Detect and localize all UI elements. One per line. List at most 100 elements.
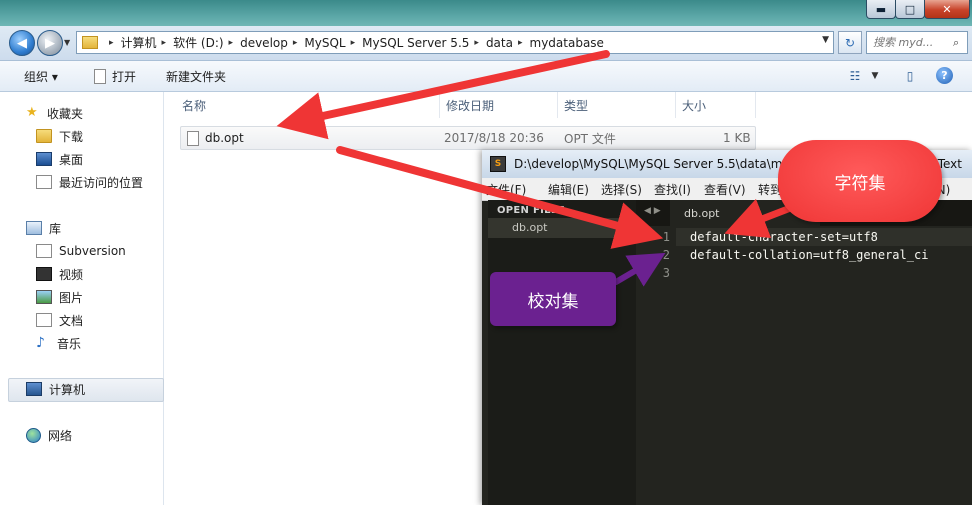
file-icon xyxy=(187,130,199,146)
view-options-icon[interactable]: ☷ xyxy=(846,68,864,84)
forward-arrow-icon: ▶ xyxy=(45,35,55,51)
file-row[interactable]: db.opt 2017/8/18 20:36 OPT 文件 1 KB xyxy=(180,126,756,150)
menu-selection[interactable]: 选择(S) xyxy=(601,178,642,200)
sublime-text-logo-icon: S xyxy=(490,156,506,172)
sidebar-item-music[interactable]: ♪ 音乐 xyxy=(36,333,81,353)
menu-file[interactable]: 文件(F) xyxy=(486,178,526,200)
chevron-right-icon[interactable]: ▸ xyxy=(229,38,234,48)
star-icon: ★ xyxy=(26,105,38,120)
sidebar-item-subversion[interactable]: Subversion xyxy=(36,241,126,261)
breadcrumb-mysql[interactable]: MySQL ▸ xyxy=(304,36,362,50)
folder-icon xyxy=(82,36,98,49)
line-number: 2 xyxy=(662,248,670,262)
column-header-type[interactable]: 类型 xyxy=(558,92,676,118)
download-folder-icon xyxy=(36,129,52,143)
editor-sidebar: OPEN FILES db.opt xyxy=(488,200,636,505)
picture-icon xyxy=(36,290,52,304)
library-icon xyxy=(26,221,42,235)
tab-scroll-arrows-icon[interactable]: ◀ ▶ xyxy=(644,206,661,216)
sidebar-item-downloads[interactable]: 下载 xyxy=(36,126,83,146)
address-row: ◀ ▶ ▼ ▸ 计算机 ▸ 软件 (D:) ▸ develop ▸ MySQL ▸ My… xyxy=(0,26,972,61)
chevron-right-icon[interactable]: ▸ xyxy=(162,38,167,48)
recent-places-icon xyxy=(36,175,52,189)
desktop-icon xyxy=(36,152,52,166)
navigation-pane: ★ 收藏夹 下载 桌面 最近访问的位置 库 Subversion 视频 图片 文档… xyxy=(0,92,164,505)
network-icon xyxy=(26,427,41,443)
chevron-right-icon[interactable]: ▸ xyxy=(474,38,479,48)
address-bar[interactable]: ▸ 计算机 ▸ 软件 (D:) ▸ develop ▸ MySQL ▸ MySQL Se… xyxy=(76,31,834,54)
sidebar-item-desktop[interactable]: 桌面 xyxy=(36,149,83,169)
sidebar-item-videos[interactable]: 视频 xyxy=(36,264,83,284)
search-input[interactable] xyxy=(867,35,953,50)
open-files-heading: OPEN FILES xyxy=(497,205,566,216)
back-button[interactable]: ◀ xyxy=(9,30,35,56)
close-icon: ✕ xyxy=(942,2,952,16)
chevron-right-icon[interactable]: ▸ xyxy=(351,38,356,48)
minimize-icon: ▬ xyxy=(875,2,887,16)
breadcrumb-data[interactable]: data ▸ xyxy=(486,36,530,50)
file-type-cell: OPT 文件 xyxy=(564,131,616,146)
sidebar-item-documents[interactable]: 文档 xyxy=(36,310,83,330)
sidebar-item-recent-places[interactable]: 最近访问的位置 xyxy=(36,172,143,192)
maximize-button[interactable]: □ xyxy=(895,0,925,19)
back-arrow-icon: ◀ xyxy=(17,35,27,51)
charset-callout: 字符集 xyxy=(778,140,942,222)
title-bar: ▬ □ ✕ xyxy=(0,0,972,26)
explorer-window: ▬ □ ✕ ◀ ▶ ▼ ▸ 计算机 ▸ 软件 (D:) ▸ develop ▸ MyS… xyxy=(0,0,972,505)
view-dropdown-icon[interactable]: ▼ xyxy=(868,68,882,84)
line-number: 1 xyxy=(662,230,670,244)
close-button[interactable]: ✕ xyxy=(924,0,970,19)
maximize-icon: □ xyxy=(904,2,916,16)
menu-edit[interactable]: 编辑(E) xyxy=(548,178,589,200)
breadcrumb-drive-d[interactable]: 软件 (D:) ▸ xyxy=(173,34,240,51)
breadcrumb-develop[interactable]: develop ▸ xyxy=(240,36,304,50)
forward-button[interactable]: ▶ xyxy=(37,30,63,56)
music-icon: ♪ xyxy=(36,335,45,351)
file-size-cell: 1 KB xyxy=(723,131,751,145)
preview-pane-icon[interactable]: ▯ xyxy=(901,68,919,84)
file-name-cell: db.opt xyxy=(187,127,244,149)
recent-pages-dropdown-icon[interactable]: ▼ xyxy=(64,38,70,47)
line-number: 3 xyxy=(662,266,670,280)
breadcrumb-computer[interactable]: 计算机 ▸ xyxy=(121,34,174,51)
line-number-gutter: 1 2 3 xyxy=(636,226,676,505)
breadcrumb-mydatabase[interactable]: mydatabase xyxy=(530,36,604,50)
search-icon[interactable]: ⌕ xyxy=(953,36,959,50)
help-icon[interactable]: ? xyxy=(936,67,953,84)
sidebar-item-pictures[interactable]: 图片 xyxy=(36,287,83,307)
new-folder-button[interactable]: 新建文件夹 xyxy=(166,61,226,91)
sidebar-libraries[interactable]: 库 xyxy=(26,218,61,238)
video-icon xyxy=(36,267,52,281)
sidebar-computer[interactable]: 计算机 xyxy=(26,379,85,399)
column-header-name[interactable]: 名称 xyxy=(176,92,440,118)
organize-button[interactable]: 组织 ▾ xyxy=(24,61,58,91)
collation-callout: 校对集 xyxy=(490,272,616,326)
open-file-item[interactable]: db.opt xyxy=(488,218,636,238)
refresh-button[interactable]: ↻ xyxy=(838,31,862,54)
column-header-size[interactable]: 大小 xyxy=(676,92,756,118)
breadcrumb-mysql-server[interactable]: MySQL Server 5.5 ▸ xyxy=(362,36,486,50)
minimize-button[interactable]: ▬ xyxy=(866,0,896,19)
open-button[interactable]: 打开 xyxy=(94,61,136,91)
file-modified-cell: 2017/8/18 20:36 xyxy=(444,131,544,145)
refresh-icon: ↻ xyxy=(844,35,856,50)
chevron-right-icon[interactable]: ▸ xyxy=(109,38,114,48)
menu-view[interactable]: 查看(V) xyxy=(704,178,746,200)
code-line[interactable]: default-character-set=utf8 xyxy=(690,230,878,244)
chevron-right-icon[interactable]: ▸ xyxy=(518,38,523,48)
subversion-library-icon xyxy=(36,244,52,258)
code-line[interactable]: default-collation=utf8_general_ci xyxy=(690,248,928,262)
document-icon xyxy=(36,313,52,327)
chevron-right-icon[interactable]: ▸ xyxy=(293,38,298,48)
document-icon xyxy=(94,68,106,84)
column-header-modified[interactable]: 修改日期 xyxy=(440,92,558,118)
editor-title: D:\develop\MySQL\MySQL Server 5.5\data\m… xyxy=(514,157,798,171)
search-box[interactable]: ⌕ xyxy=(866,31,968,54)
editor-title-tail: Text xyxy=(937,157,962,171)
menu-find[interactable]: 查找(I) xyxy=(654,178,691,200)
computer-icon xyxy=(26,382,42,396)
address-history-dropdown-icon[interactable]: ▼ xyxy=(822,35,829,45)
sidebar-favorites[interactable]: ★ 收藏夹 xyxy=(26,103,83,123)
command-bar: 组织 ▾ 打开 新建文件夹 ☷ ▼ ▯ ? xyxy=(0,61,972,92)
sidebar-network[interactable]: 网络 xyxy=(26,425,72,445)
